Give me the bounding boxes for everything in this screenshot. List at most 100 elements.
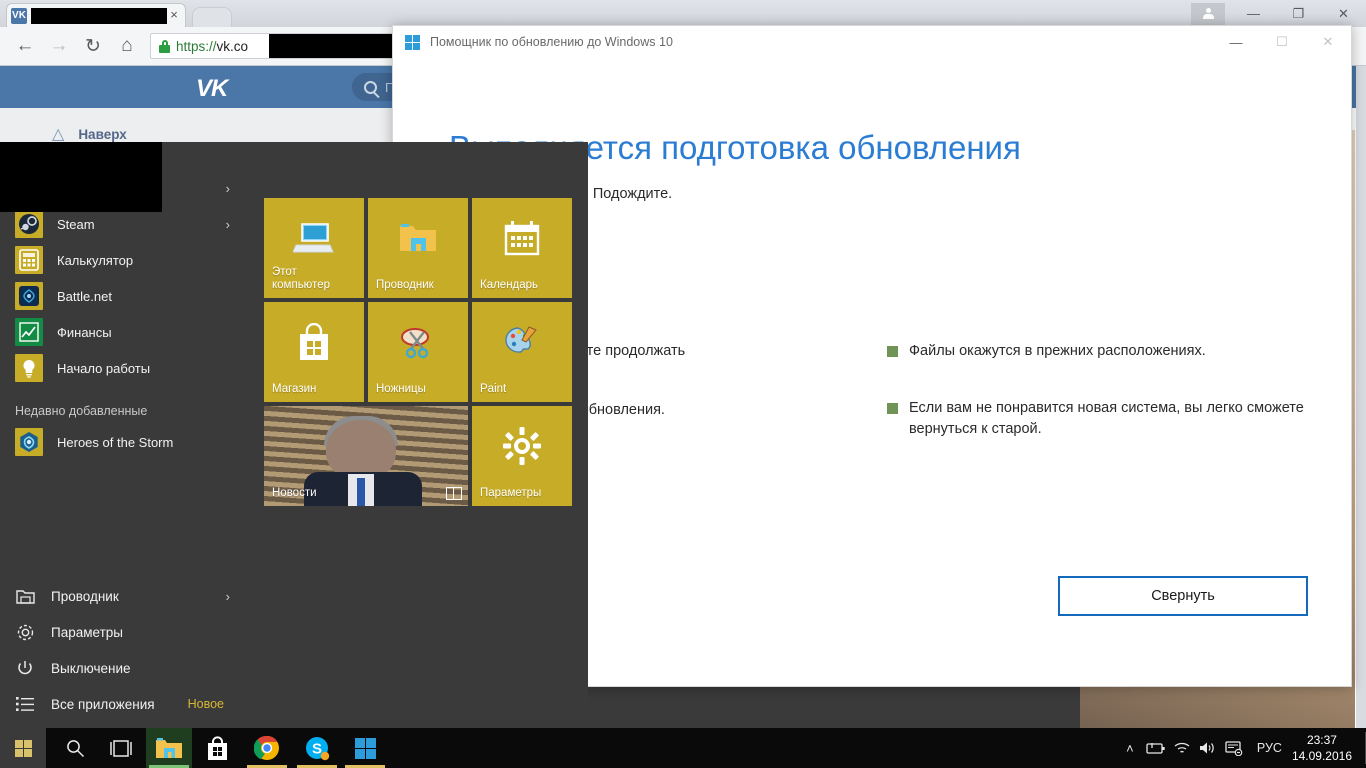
- updater-title: Помощник по обновлению до Windows 10: [430, 35, 673, 49]
- tile-label: Проводник: [376, 278, 434, 291]
- taskbar-search-button[interactable]: [52, 728, 98, 768]
- windows-logo-icon: [405, 34, 420, 50]
- scroll-to-top-link[interactable]: △ Наверх: [52, 124, 127, 144]
- new-tab-button[interactable]: [192, 7, 232, 27]
- battlenet-icon: [15, 282, 43, 310]
- news-tile-photo-detail: [326, 420, 396, 480]
- updater-right-item-1: Если вам не понравится новая система, вы…: [909, 400, 1304, 438]
- tile-paint[interactable]: Paint: [472, 302, 572, 402]
- start-section-title-recent: Недавно добавленные: [15, 404, 148, 418]
- gear-icon: [15, 622, 35, 642]
- tile-row-1: Этот компьютер Проводник Календарь: [264, 198, 576, 298]
- tile-news[interactable]: Новости: [264, 406, 468, 506]
- tab-title-redacted: [31, 7, 167, 24]
- browser-tab-vk[interactable]: VK ×: [6, 3, 186, 27]
- start-bottom-all-apps[interactable]: Все приложения Новое: [0, 686, 252, 722]
- minimize-button[interactable]: Свернуть: [1058, 576, 1308, 616]
- start-bottom-label: Выключение: [51, 660, 131, 676]
- tile-file-explorer[interactable]: Проводник: [368, 198, 468, 298]
- clock-date: 14.09.2016: [1291, 749, 1352, 763]
- forward-icon[interactable]: →: [42, 31, 76, 61]
- hots-icon: [15, 428, 43, 456]
- chevron-right-icon[interactable]: ›: [226, 589, 230, 604]
- updater-window-controls: — ☐ ✕: [1213, 26, 1351, 58]
- tile-label: Магазин: [272, 382, 317, 395]
- start-bottom-file-explorer[interactable]: Проводник ›: [0, 578, 252, 614]
- taskbar-windows-update-button[interactable]: [342, 728, 388, 768]
- start-button[interactable]: [0, 728, 46, 768]
- chrome-tab-strip: VK × — ❐ ✕: [0, 0, 1366, 27]
- chrome-window-controls: — ❐ ✕: [1191, 0, 1366, 27]
- tile-row-3: Новости Параметры: [264, 406, 576, 506]
- profile-avatar-icon[interactable]: [1191, 2, 1225, 25]
- vk-favicon-icon: VK: [11, 7, 27, 24]
- action-center-icon[interactable]: [1221, 728, 1247, 768]
- updater-bullet-0: Файлы окажутся в прежних расположениях.: [887, 341, 1307, 362]
- reload-icon[interactable]: ↻: [76, 31, 110, 61]
- tile-label: Ножницы: [376, 382, 426, 395]
- clock[interactable]: 23:37 14.09.2016: [1292, 732, 1366, 764]
- start-menu-tiles: Этот компьютер Проводник Календарь Магаз…: [264, 198, 576, 510]
- tile-this-pc[interactable]: Этот компьютер: [264, 198, 364, 298]
- tab-close-icon[interactable]: ×: [167, 8, 181, 23]
- volume-icon[interactable]: [1195, 728, 1221, 768]
- chevron-right-icon[interactable]: ›: [226, 217, 230, 232]
- taskbar-store-button[interactable]: [194, 728, 240, 768]
- language-indicator[interactable]: РУС: [1247, 741, 1292, 755]
- tray-expand-chevron-icon[interactable]: ˄: [1117, 728, 1143, 768]
- explorer-icon: [368, 212, 468, 264]
- back-icon[interactable]: ←: [8, 31, 42, 61]
- chevron-right-icon[interactable]: ›: [226, 181, 230, 196]
- start-app-calculator[interactable]: Калькулятор: [0, 242, 252, 278]
- taskbar-task-view-button[interactable]: [98, 728, 144, 768]
- svg-text:S: S: [311, 740, 321, 757]
- start-app-battlenet[interactable]: Battle.net: [0, 278, 252, 314]
- start-bottom-power[interactable]: Выключение: [0, 650, 252, 686]
- updater-right-column: Файлы окажутся в прежних расположениях. …: [887, 341, 1307, 476]
- start-bottom-settings[interactable]: Параметры: [0, 614, 252, 650]
- start-app-label: Калькулятор: [57, 252, 134, 268]
- chrome-close-button[interactable]: ✕: [1321, 0, 1366, 27]
- scroll-to-top-label: Наверх: [78, 126, 127, 142]
- lightbulb-icon: [15, 354, 43, 382]
- snipping-tool-icon: [368, 316, 468, 368]
- start-app-label: Heroes of the Storm: [57, 434, 174, 450]
- paint-icon: [472, 316, 572, 368]
- tile-label: Этот компьютер: [272, 265, 330, 291]
- home-icon[interactable]: ⌂: [110, 31, 144, 61]
- start-app-get-started[interactable]: Начало работы: [0, 350, 252, 386]
- taskbar: S ˄ РУС 23:37 14.09.2016: [0, 728, 1366, 768]
- vk-logo[interactable]: VK: [196, 75, 228, 103]
- wifi-icon[interactable]: [1169, 728, 1195, 768]
- taskbar-skype-button[interactable]: S: [294, 728, 340, 768]
- updater-title-bar[interactable]: Помощник по обновлению до Windows 10 — ☐…: [393, 26, 1351, 58]
- lock-icon: [159, 39, 170, 53]
- updater-minimize-button[interactable]: —: [1213, 26, 1259, 58]
- start-app-label: Начало работы: [57, 360, 151, 376]
- start-menu-redaction-block: [0, 142, 162, 212]
- folder-icon: [15, 586, 35, 606]
- tile-settings[interactable]: Параметры: [472, 406, 572, 506]
- desktop-root: VK × — ❐ ✕ ← → ↻ ⌂ https:// vk.co VK △ Н…: [0, 0, 1366, 768]
- start-app-finance[interactable]: Финансы: [0, 314, 252, 350]
- updater-bullet-1: Если вам не понравится новая система, вы…: [887, 398, 1307, 440]
- chrome-icon: [254, 735, 279, 760]
- battery-icon[interactable]: [1143, 728, 1169, 768]
- start-bottom-label: Параметры: [51, 624, 123, 640]
- start-app-heroes-of-the-storm[interactable]: Heroes of the Storm: [0, 424, 252, 460]
- taskbar-chrome-button[interactable]: [244, 728, 290, 768]
- chrome-restore-button[interactable]: ❐: [1276, 0, 1321, 27]
- power-icon: [15, 658, 35, 678]
- tile-store[interactable]: Магазин: [264, 302, 364, 402]
- tile-calendar[interactable]: Календарь: [472, 198, 572, 298]
- news-tile-photo-detail: [357, 478, 365, 506]
- updater-maximize-button[interactable]: ☐: [1259, 26, 1305, 58]
- tile-snipping-tool[interactable]: Ножницы: [368, 302, 468, 402]
- url-host: vk.co: [216, 38, 249, 54]
- updater-close-button[interactable]: ✕: [1305, 26, 1351, 58]
- start-menu: Часто используемые Google Chrome › Steam: [0, 142, 588, 728]
- updater-right-item-0: Файлы окажутся в прежних расположениях.: [909, 343, 1206, 359]
- taskbar-file-explorer-button[interactable]: [146, 728, 192, 768]
- chrome-minimize-button[interactable]: —: [1231, 0, 1276, 27]
- file-explorer-icon: [156, 737, 182, 758]
